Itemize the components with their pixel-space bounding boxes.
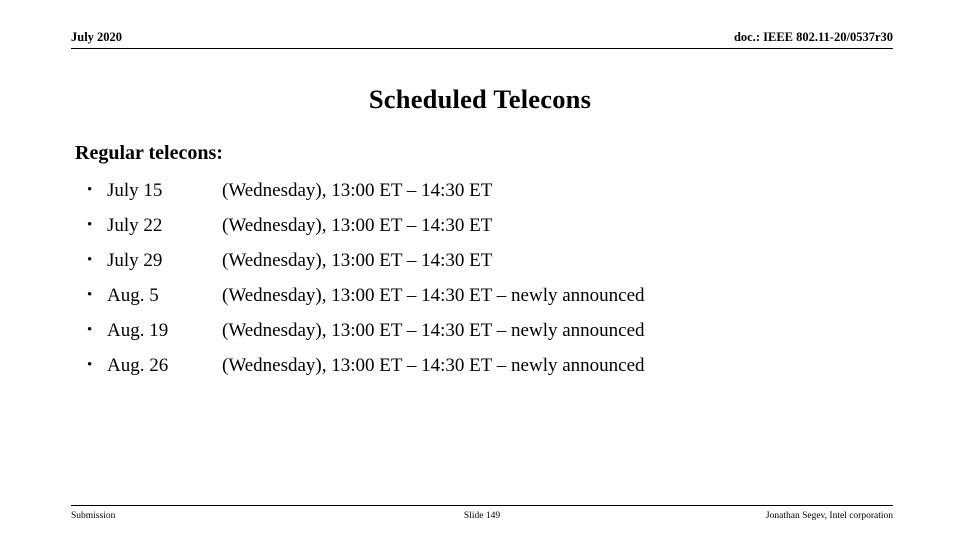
list-item: • Aug. 19 (Wednesday), 13:00 ET – 14:30 … <box>75 313 915 348</box>
telecon-date: Aug. 26 <box>107 355 169 376</box>
bullet-icon: • <box>87 252 93 268</box>
telecon-detail: (Wednesday), 13:00 ET – 14:30 ET – newly… <box>222 285 645 306</box>
telecon-detail: (Wednesday), 13:00 ET – 14:30 ET – newly… <box>222 355 645 376</box>
telecon-detail: (Wednesday), 13:00 ET – 14:30 ET <box>222 215 493 236</box>
slide-canvas: July 2020 doc.: IEEE 802.11-20/0537r30 S… <box>0 0 960 540</box>
footer-divider <box>71 505 893 506</box>
header-document-id: doc.: IEEE 802.11-20/0537r30 <box>733 30 893 44</box>
slide-body: Regular telecons: • July 15 (Wednesday),… <box>75 140 915 383</box>
list-item: • Aug. 26 (Wednesday), 13:00 ET – 14:30 … <box>75 348 915 383</box>
telecon-detail: (Wednesday), 13:00 ET – 14:30 ET <box>222 180 493 201</box>
bullet-icon: • <box>87 357 93 373</box>
bullet-icon: • <box>87 322 93 338</box>
telecon-date: July 22 <box>107 215 163 236</box>
telecon-detail: (Wednesday), 13:00 ET – 14:30 ET – newly… <box>222 320 645 341</box>
bullet-icon: • <box>87 287 93 303</box>
list-item: • July 15 (Wednesday), 13:00 ET – 14:30 … <box>75 173 915 208</box>
bullet-icon: • <box>87 182 93 198</box>
list-item: • July 29 (Wednesday), 13:00 ET – 14:30 … <box>75 243 915 278</box>
body-heading: Regular telecons: <box>75 142 223 164</box>
telecon-list: • July 15 (Wednesday), 13:00 ET – 14:30 … <box>75 173 915 383</box>
footer-author: Jonathan Segev, Intel corporation <box>765 511 893 521</box>
telecon-date: Aug. 19 <box>107 320 169 341</box>
bullet-icon: • <box>87 217 93 233</box>
telecon-detail: (Wednesday), 13:00 ET – 14:30 ET <box>222 250 493 271</box>
header-date: July 2020 <box>71 30 123 44</box>
telecon-date: July 29 <box>107 250 163 271</box>
telecon-date: Aug. 5 <box>107 285 159 306</box>
list-item: • July 22 (Wednesday), 13:00 ET – 14:30 … <box>75 208 915 243</box>
telecon-date: July 15 <box>107 180 163 201</box>
slide-footer: Submission Slide 149 Jonathan Segev, Int… <box>71 509 893 525</box>
page-title: Scheduled Telecons <box>368 84 592 114</box>
list-item: • Aug. 5 (Wednesday), 13:00 ET – 14:30 E… <box>75 278 915 313</box>
header-divider <box>71 48 893 49</box>
